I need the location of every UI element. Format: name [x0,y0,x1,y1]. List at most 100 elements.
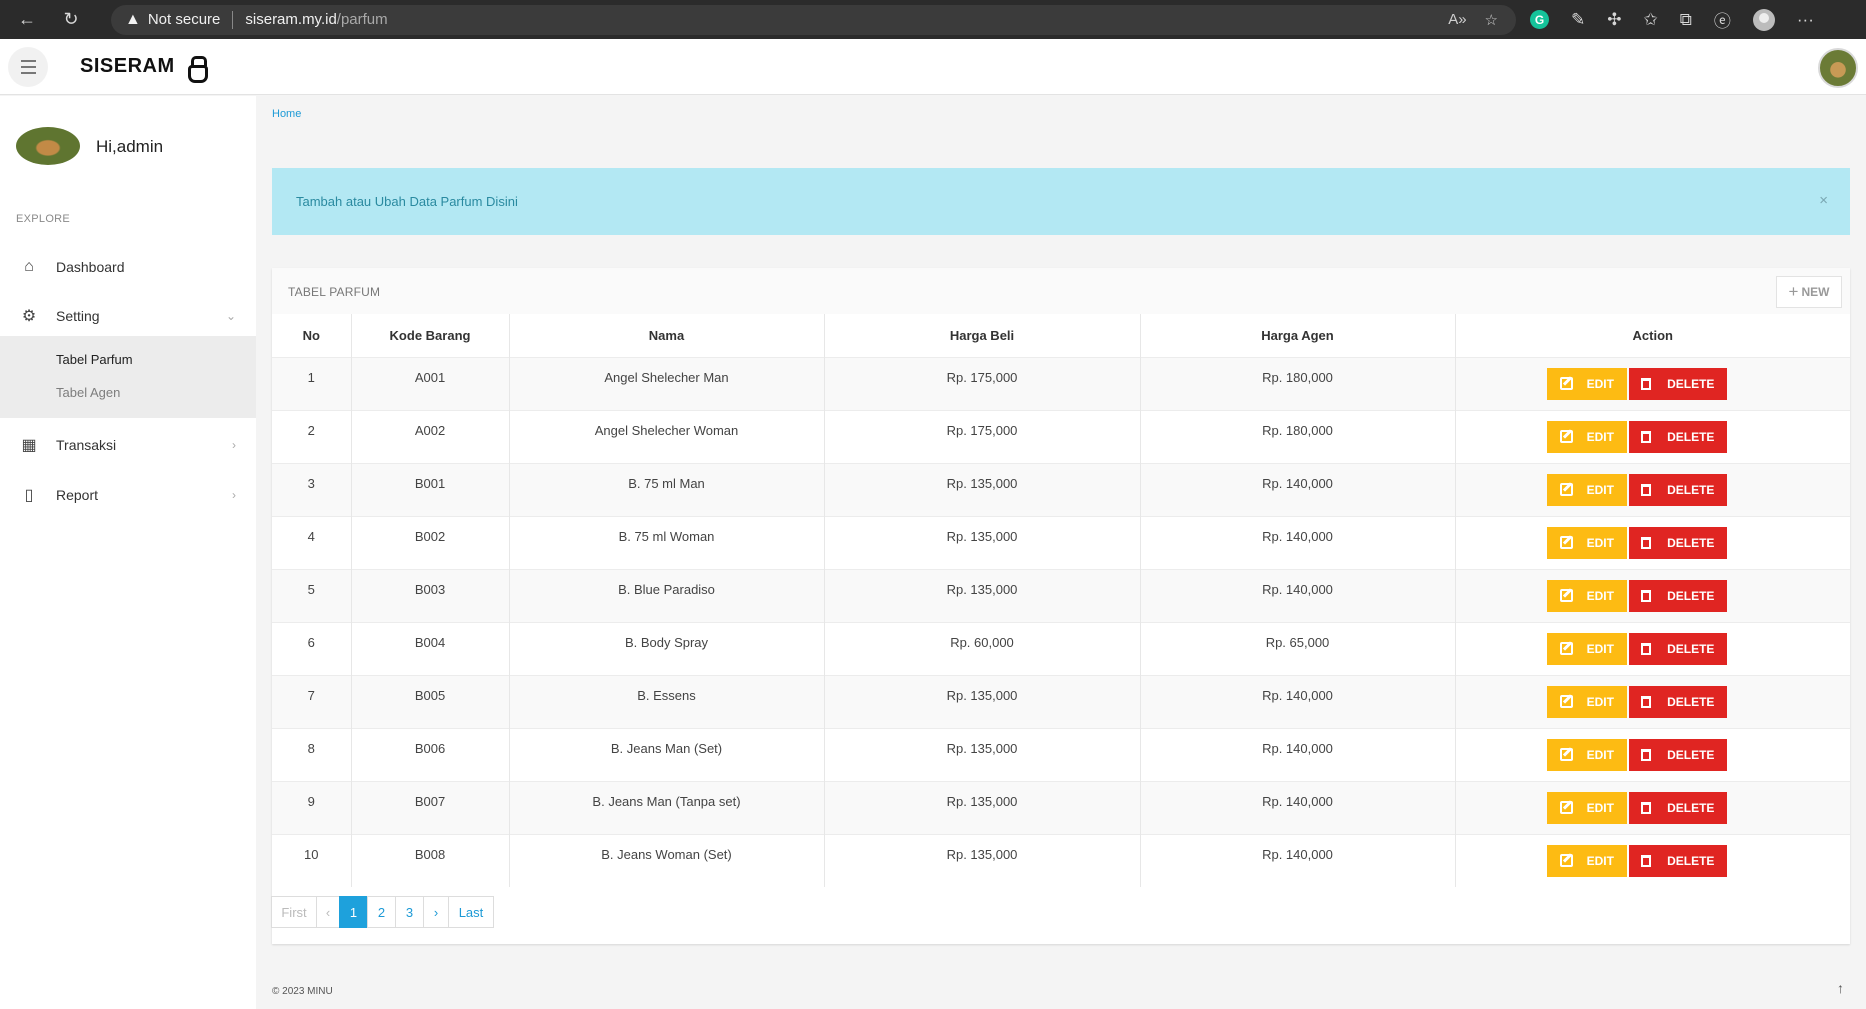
pagination-page-3[interactable]: 3 [395,896,424,928]
column-header-nama: Nama [509,314,825,357]
header-user-avatar[interactable] [1818,48,1858,88]
not-secure-label: Not secure [147,11,221,28]
cell-nama: B. Essens [509,674,825,728]
cell-harga-beli: Rp. 135,000 [824,833,1141,887]
breadcrumb-home[interactable]: Home [272,108,301,120]
trash-icon [1641,377,1652,390]
trash-icon [1641,642,1652,655]
sidebar-item-setting[interactable]: ⚙ Setting ⌄ [0,295,256,337]
brand-logo[interactable]: SISERAM [80,55,208,83]
sidebar-item-tabel-agen[interactable]: Tabel Agen [56,385,120,400]
trash-icon [1641,589,1652,602]
cell-harga-agen: Rp. 140,000 [1140,462,1456,516]
reload-icon[interactable]: ↻ [57,6,85,34]
cell-nama: B. 75 ml Woman [509,515,825,569]
edit-button[interactable]: EDIT [1546,685,1627,718]
edit-button-label: EDIT [1586,535,1614,550]
edit-button[interactable]: EDIT [1546,473,1627,506]
delete-button-label: DELETE [1667,641,1715,656]
new-button[interactable]: + NEW [1776,276,1842,308]
trash-icon [1641,483,1652,496]
pagination-first[interactable]: First [271,896,317,928]
table-row: 2 A002 Angel Shelecher Woman Rp. 175,000 Rp.… [272,409,1850,463]
pen-extension-icon[interactable]: ✎ [1571,10,1585,30]
close-icon[interactable]: × [1819,192,1828,209]
cell-harga-beli: Rp. 135,000 [824,462,1141,516]
delete-button-label: DELETE [1667,800,1715,815]
delete-button[interactable]: DELETE [1628,367,1727,400]
parfum-table-panel: TABEL PARFUM + NEW No Kode Barang Nama H… [271,268,1850,944]
edit-button[interactable]: EDIT [1546,526,1627,559]
edit-icon [1559,801,1573,814]
delete-button[interactable]: DELETE [1628,632,1727,665]
edit-button[interactable]: EDIT [1546,791,1627,824]
edit-icon [1559,748,1573,761]
table-row: 6 B004 B. Body Spray Rp. 60,000 Rp. 65,000 ED… [272,621,1850,675]
pagination-page-1[interactable]: 1 [339,896,368,928]
back-arrow-icon[interactable]: ← [13,6,41,34]
read-aloud-icon[interactable]: A» [1448,11,1466,29]
cell-kode-barang: B006 [351,727,510,781]
more-options-icon[interactable]: ··· [1797,10,1814,30]
pagination-prev[interactable]: ‹ [316,896,340,928]
address-bar[interactable]: ▲ Not secure siseram.my.id/parfum A» ☆ [111,4,1516,35]
delete-button[interactable]: DELETE [1628,791,1727,824]
cell-harga-beli: Rp. 175,000 [824,356,1141,410]
cell-action: EDIT DELETE [1455,409,1850,463]
hamburger-menu-button[interactable] [8,46,48,87]
delete-button[interactable]: DELETE [1628,685,1727,718]
cell-nama: B. Jeans Woman (Set) [509,833,825,887]
pagination-next[interactable]: › [423,896,449,928]
edit-button[interactable]: EDIT [1546,738,1627,771]
cell-harga-agen: Rp. 180,000 [1140,409,1456,463]
extensions-puzzle-icon[interactable]: ✣ [1607,10,1621,30]
sidebar-item-dashboard[interactable]: ⌂ Dashboard [0,246,256,288]
delete-button[interactable]: DELETE [1628,844,1727,877]
sidebar-item-tabel-parfum[interactable]: Tabel Parfum [56,352,133,367]
browser-toolbar: ← ↻ ▲ Not secure siseram.my.id/parfum A»… [0,0,1866,39]
cell-nama: B. Blue Paradiso [509,568,825,622]
sidebar-item-report[interactable]: ▯ Report › [0,474,256,516]
cell-no: 5 [272,568,352,622]
grammarly-extension-icon[interactable]: G [1530,10,1549,29]
delete-button-label: DELETE [1667,376,1715,391]
delete-button[interactable]: DELETE [1628,738,1727,771]
pagination-page-2[interactable]: 2 [367,896,396,928]
alert-text: Tambah atau Ubah Data Parfum Disini [296,194,518,209]
trash-icon [1641,430,1652,443]
edge-icon[interactable]: ⓔ [1714,7,1731,32]
edit-button[interactable]: EDIT [1546,579,1627,612]
edit-button-label: EDIT [1586,694,1614,709]
cell-harga-agen: Rp. 140,000 [1140,727,1456,781]
edit-button-label: EDIT [1586,747,1614,762]
delete-button[interactable]: DELETE [1628,526,1727,559]
table-row: 7 B005 B. Essens Rp. 135,000 Rp. 140,000 EDIT… [272,674,1850,728]
new-button-label: NEW [1801,285,1830,299]
edit-button[interactable]: EDIT [1546,367,1627,400]
delete-button-label: DELETE [1667,747,1715,762]
cell-no: 10 [272,833,352,887]
delete-button[interactable]: DELETE [1628,473,1727,506]
edit-button[interactable]: EDIT [1546,420,1627,453]
add-favorite-icon[interactable]: ☆ [1485,11,1498,29]
cell-harga-beli: Rp. 60,000 [824,621,1141,675]
table-row: 5 B003 B. Blue Paradiso Rp. 135,000 Rp. 140,… [272,568,1850,622]
edit-button[interactable]: EDIT [1546,632,1627,665]
collections-icon[interactable]: ⧉ [1680,10,1692,30]
delete-button[interactable]: DELETE [1628,579,1727,612]
edit-icon [1559,377,1573,390]
cell-nama: B. 75 ml Man [509,462,825,516]
favorites-icon[interactable]: ✩ [1644,10,1658,30]
edit-button[interactable]: EDIT [1546,844,1627,877]
profile-avatar-icon[interactable] [1752,8,1775,31]
delete-button-label: DELETE [1667,853,1715,868]
cell-action: EDIT DELETE [1455,674,1850,728]
delete-button[interactable]: DELETE [1628,420,1727,453]
perfume-bottle-icon [185,55,208,83]
chevron-right-icon: › [232,488,236,502]
user-greeting: Hi,admin [96,137,164,156]
sidebar-item-transaksi[interactable]: ▦ Transaksi › [0,424,256,466]
scroll-top-arrow-icon[interactable]: ↑ [1837,980,1844,996]
pagination-last[interactable]: Last [448,896,494,928]
sidebar-item-label: Setting [56,308,100,324]
